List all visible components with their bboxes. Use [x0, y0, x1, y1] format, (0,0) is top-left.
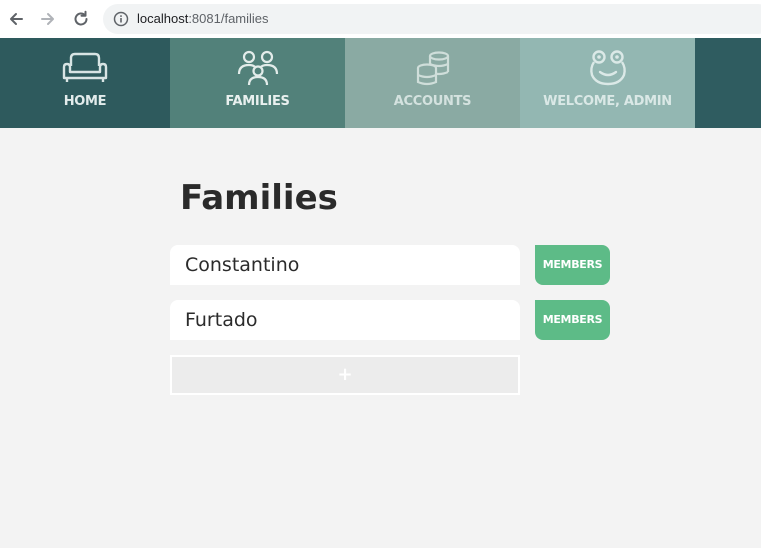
tab-welcome-label: WELCOME, ADMIN [543, 94, 672, 109]
reload-button[interactable] [69, 7, 93, 31]
family-name-field[interactable]: Furtado [170, 300, 520, 340]
tab-home[interactable]: HOME [0, 38, 170, 128]
frog-icon [589, 50, 626, 86]
people-icon [237, 50, 278, 86]
coins-icon [416, 51, 449, 86]
family-row: Furtado MEMBERS [170, 300, 610, 340]
family-name-text: Furtado [185, 309, 258, 331]
family-name-field[interactable]: Constantino [170, 245, 520, 285]
arrow-left-icon [10, 13, 23, 25]
back-button[interactable] [4, 7, 28, 31]
members-button[interactable]: MEMBERS [535, 245, 610, 285]
add-family-button[interactable]: + [170, 355, 520, 395]
tab-welcome[interactable]: WELCOME, ADMIN [520, 38, 695, 128]
tab-families-label: FAMILIES [225, 94, 290, 109]
sofa-icon [62, 52, 108, 82]
reload-icon [74, 10, 88, 26]
forward-button[interactable] [36, 7, 60, 31]
url-host: localhost [137, 11, 189, 26]
url-text[interactable]: localhost:8081/families [137, 11, 269, 26]
tab-accounts[interactable]: ACCOUNTS [345, 38, 520, 128]
url-path: :8081/families [188, 11, 269, 26]
browser-toolbar: localhost:8081/families [0, 0, 761, 39]
tab-accounts-label: ACCOUNTS [393, 94, 472, 109]
family-name-text: Constantino [185, 254, 300, 276]
tab-families[interactable]: FAMILIES [170, 38, 345, 128]
arrow-right-icon [41, 13, 54, 25]
main-navigation: HOME FAMILIES ACCOUNTS WELCOME, ADMIN [0, 38, 761, 128]
family-row: Constantino MEMBERS [170, 245, 610, 285]
info-icon[interactable] [113, 11, 129, 27]
address-bar[interactable]: localhost:8081/families [103, 4, 761, 34]
members-button[interactable]: MEMBERS [535, 300, 610, 340]
page-title: Families [180, 178, 338, 218]
tab-home-label: HOME [63, 94, 107, 109]
